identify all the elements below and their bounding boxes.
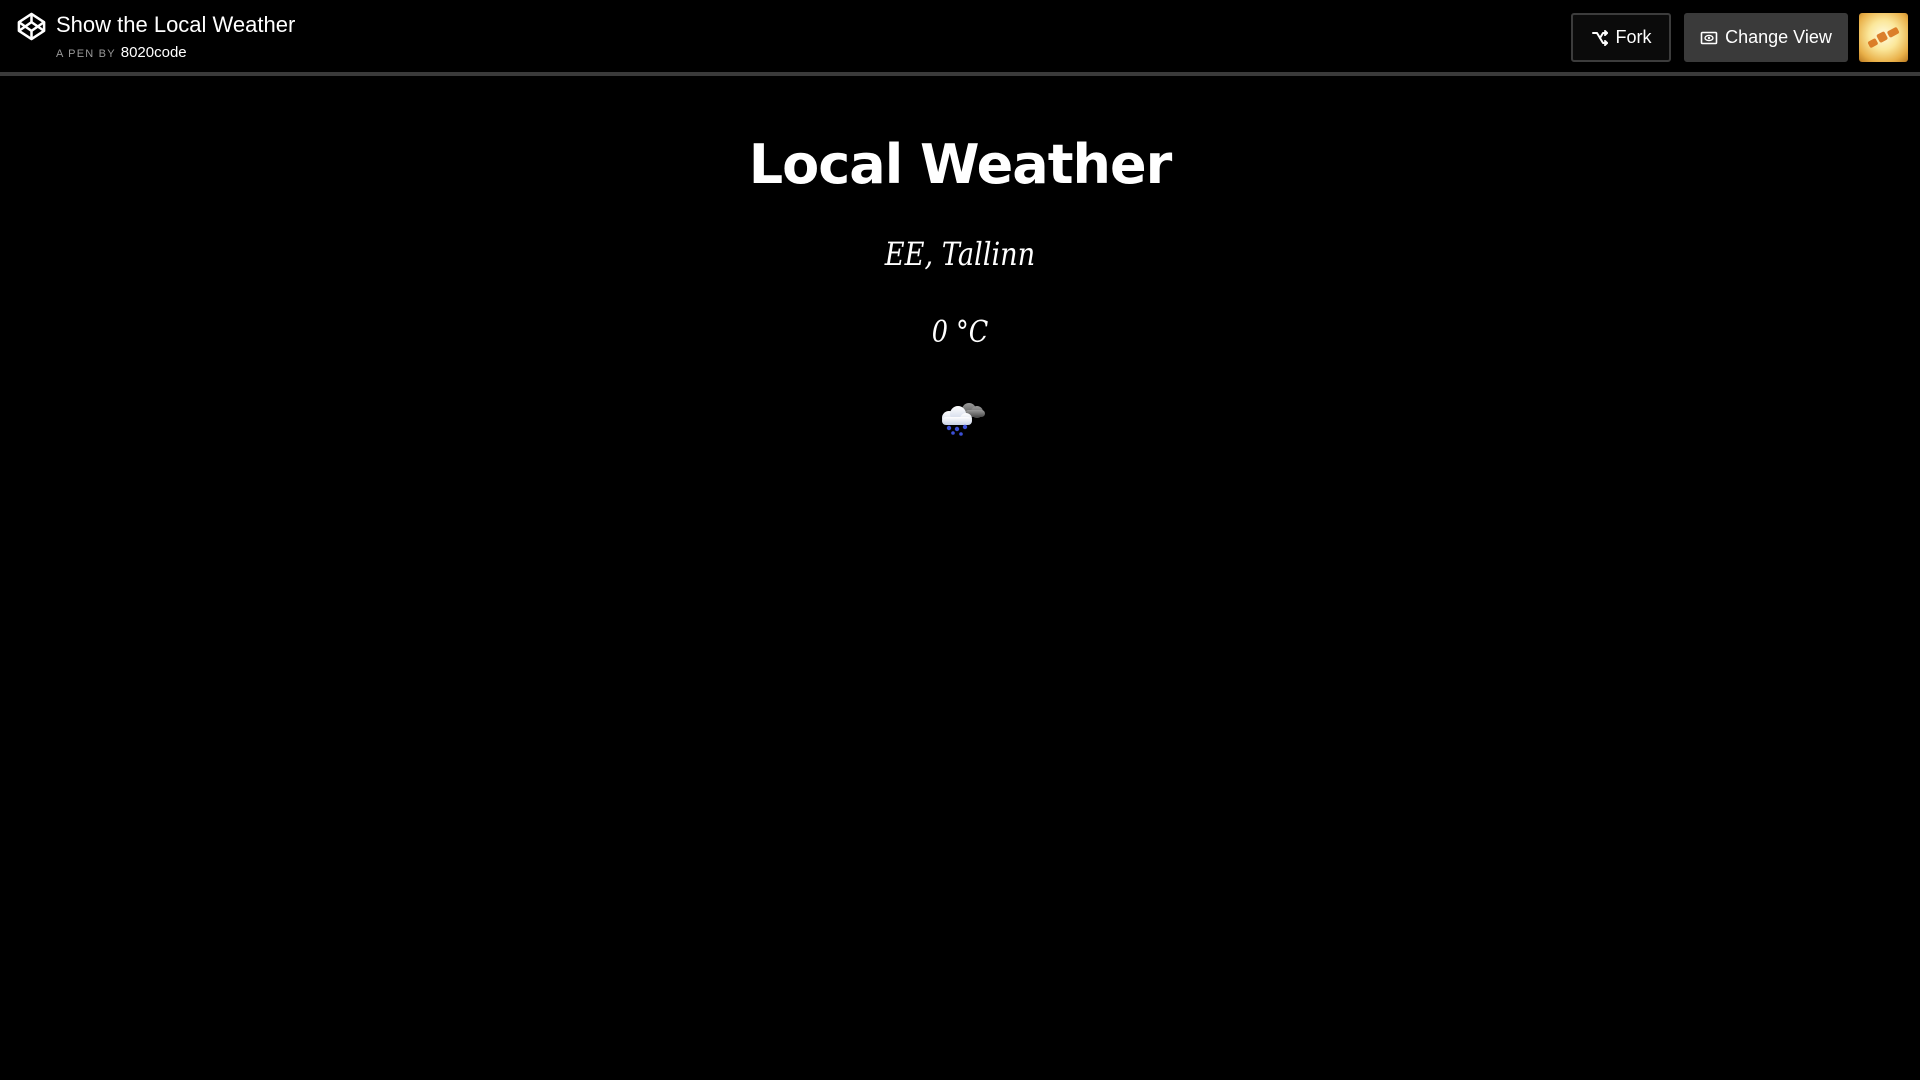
change-view-icon [1700, 29, 1718, 47]
pen-title[interactable]: Show the Local Weather [56, 11, 295, 39]
codepen-logo-icon[interactable] [16, 11, 47, 42]
weather-location: EE, Tallinn [884, 235, 1036, 273]
pen-author-link[interactable]: 8020code [121, 44, 187, 61]
pen-by-label: A PEN BY [56, 48, 116, 60]
change-view-button-label: Change View [1725, 27, 1832, 47]
avatar[interactable] [1859, 13, 1908, 62]
weather-title: Local Weather [748, 133, 1172, 196]
weather-app: Local Weather EE, Tallinn 0 °C [0, 80, 1920, 1080]
pen-byline: A PEN BY 8020code [56, 44, 187, 63]
change-view-button[interactable]: Change View [1684, 13, 1848, 62]
fork-button-label: Fork [1615, 27, 1652, 47]
top-header: Show the Local Weather A PEN BY 8020code … [0, 0, 1920, 76]
fork-icon [1591, 29, 1609, 47]
fork-button[interactable]: Fork [1571, 13, 1671, 62]
weather-temperature: 0 °C [931, 315, 989, 350]
snow-cloud-icon [942, 403, 985, 436]
